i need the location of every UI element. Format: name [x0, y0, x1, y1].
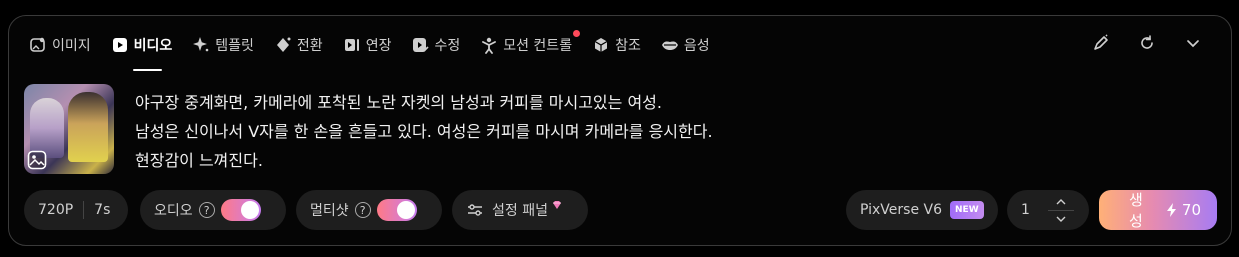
model-label: PixVerse V6 [860, 202, 943, 218]
image-icon[interactable] [27, 150, 47, 170]
mode-tabs: 이미지 비디오 템플릿 전환 연장 수정 모션 컨트롤 참조 음성 [29, 30, 730, 71]
chevron-up-icon[interactable] [1054, 196, 1068, 208]
chevron-down-icon[interactable] [1183, 33, 1203, 53]
resolution-duration-selector[interactable]: 720P 7s [24, 190, 128, 230]
audio-toggle[interactable] [220, 199, 261, 221]
new-badge: NEW [950, 201, 984, 219]
sparkle-icon [192, 36, 210, 54]
pen-icon[interactable] [1091, 33, 1111, 53]
reference-image-thumbnail[interactable] [24, 84, 114, 174]
quantity-value: 1 [1021, 202, 1030, 218]
resolution-value: 720P [38, 202, 74, 218]
help-icon[interactable]: ? [198, 202, 215, 218]
thumbnail-figure-man [68, 92, 108, 162]
duration-value: 7s [94, 202, 111, 218]
refresh-icon[interactable] [1137, 33, 1157, 53]
tab-edit[interactable]: 수정 [411, 32, 460, 58]
toggle-knob [396, 201, 415, 219]
toggle-knob [240, 201, 259, 219]
prompt-line: 남성은 신이나서 V자를 한 손을 흔들고 있다. 여성은 커피를 마시며 카메… [135, 122, 713, 141]
generate-button[interactable]: 생성 70 [1099, 190, 1217, 230]
audio-toggle-group: 오디오 ? [140, 190, 286, 230]
extend-icon [343, 36, 361, 54]
tab-label: 수정 [434, 38, 461, 54]
settings-panel-button[interactable]: 설정 패널 [452, 190, 588, 230]
notification-dot [573, 30, 581, 37]
tab-reference[interactable]: 참조 [592, 32, 641, 58]
tab-label: 참조 [615, 38, 641, 54]
tab-transition[interactable]: 전환 [274, 32, 323, 58]
quantity-stepper: 1 [1007, 190, 1089, 230]
prompt-line: 야구장 중계화면, 카메라에 포착된 노란 자켓의 남성과 커피를 마시고있는 … [135, 93, 662, 112]
tab-label: 전환 [296, 38, 323, 54]
tab-motion-control[interactable]: 모션 컨트롤 [480, 30, 581, 58]
tab-label: 연장 [365, 38, 392, 54]
tab-label: 템플릿 [215, 38, 254, 54]
multishot-toggle-group: 멀티샷 ? [296, 190, 442, 230]
prompt-panel: 이미지 비디오 템플릿 전환 연장 수정 모션 컨트롤 참조 음성 야구장 중계… [8, 15, 1232, 246]
cube-icon [592, 36, 610, 54]
edit-play-icon [411, 36, 430, 54]
divider [1047, 209, 1074, 211]
model-selector[interactable]: PixVerse V6 NEW [846, 190, 998, 230]
lips-icon [661, 36, 679, 54]
generate-cost: 70 [1181, 201, 1201, 219]
tab-label: 비디오 [133, 38, 173, 54]
tab-label: 음성 [683, 38, 710, 54]
tab-video[interactable]: 비디오 [111, 32, 173, 71]
tab-image[interactable]: 이미지 [29, 32, 91, 58]
image-sparkle-icon [29, 36, 47, 54]
person-motion-icon [480, 36, 498, 54]
sliders-icon [466, 201, 484, 219]
settings-label: 설정 패널 [492, 203, 548, 219]
top-actions [1091, 33, 1203, 53]
video-play-icon [111, 36, 129, 54]
tab-extend[interactable]: 연장 [343, 32, 392, 58]
tab-label: 이미지 [52, 38, 91, 54]
audio-label: 오디오 [154, 203, 193, 219]
multishot-label: 멀티샷 [310, 203, 349, 219]
prompt-line: 현장감이 느껴진다. [135, 151, 263, 170]
thumbnail-figure-woman [30, 98, 64, 158]
gem-icon [551, 199, 563, 211]
help-icon[interactable]: ? [354, 202, 371, 218]
diamond-transition-icon [274, 36, 292, 54]
lightning-icon [1166, 202, 1178, 218]
tab-label: 모션 컨트롤 [503, 38, 573, 54]
tab-voice[interactable]: 음성 [661, 32, 710, 58]
stepper-arrows [1047, 196, 1074, 225]
chevron-down-icon[interactable] [1054, 213, 1068, 225]
prompt-textarea[interactable]: 야구장 중계화면, 카메라에 포착된 노란 자켓의 남성과 커피를 마시고있는 … [135, 88, 855, 175]
multishot-toggle[interactable] [376, 199, 417, 221]
tab-template[interactable]: 템플릿 [192, 32, 254, 58]
divider [83, 201, 85, 219]
generate-label: 생성 [1129, 191, 1143, 230]
